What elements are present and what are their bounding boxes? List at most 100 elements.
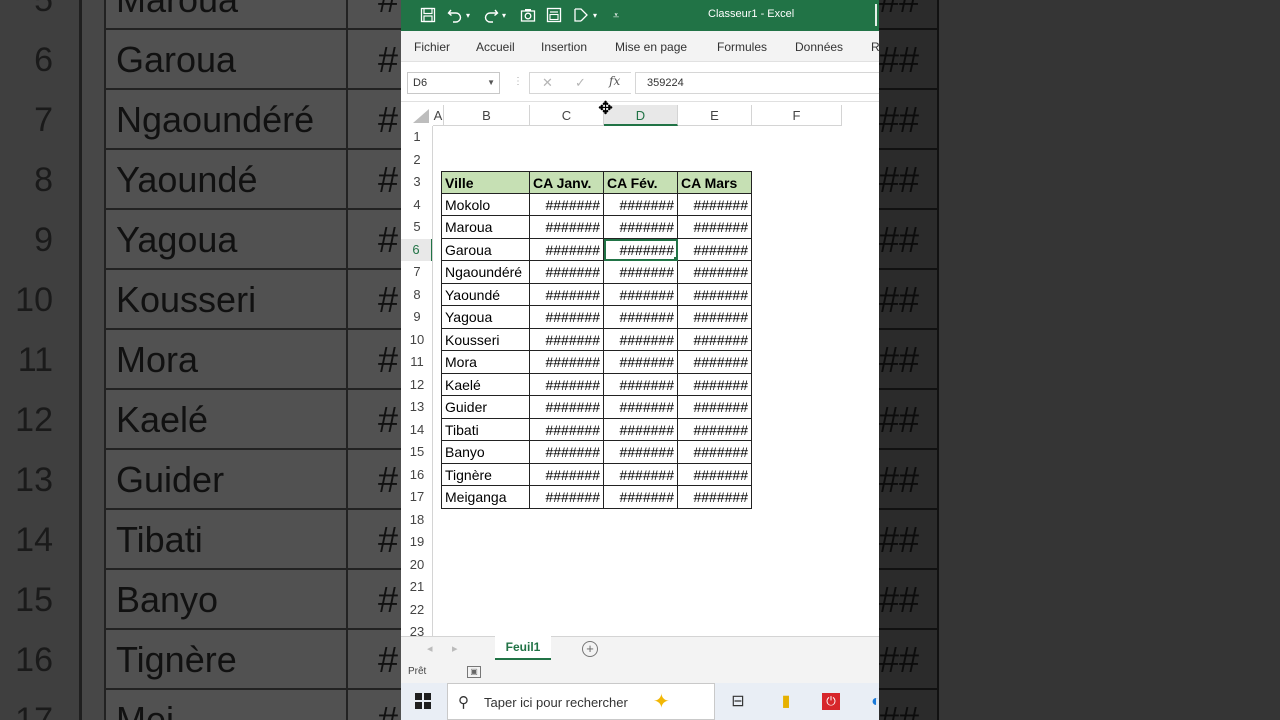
- table-header-cell[interactable]: CA Mars: [678, 171, 752, 194]
- city-cell[interactable]: Meiganga: [441, 486, 530, 509]
- revenue-cell[interactable]: #######: [604, 328, 678, 351]
- city-cell[interactable]: Tignère: [441, 463, 530, 486]
- revenue-cell[interactable]: #######: [604, 306, 678, 329]
- tab-insertion[interactable]: Insertion: [541, 40, 587, 54]
- revenue-cell[interactable]: #######: [604, 261, 678, 284]
- revenue-cell[interactable]: #######: [678, 328, 752, 351]
- column-header-d[interactable]: D: [604, 105, 678, 126]
- revenue-cell[interactable]: #######: [604, 396, 678, 419]
- sheet-prev-icon[interactable]: ◂: [427, 642, 433, 655]
- revenue-cell[interactable]: #######: [604, 351, 678, 374]
- revenue-cell[interactable]: #######: [678, 373, 752, 396]
- revenue-cell[interactable]: #######: [604, 418, 678, 441]
- column-header-a[interactable]: A: [433, 105, 444, 126]
- revenue-cell[interactable]: #######: [678, 283, 752, 306]
- revenue-cell[interactable]: #######: [678, 441, 752, 464]
- row-header-20[interactable]: 20: [401, 554, 432, 577]
- revenue-cell[interactable]: #######: [530, 306, 604, 329]
- row-header-12[interactable]: 12: [401, 374, 432, 397]
- column-header-f[interactable]: F: [752, 105, 842, 126]
- row-header-19[interactable]: 19: [401, 531, 432, 554]
- revenue-cell[interactable]: #######: [678, 463, 752, 486]
- revenue-cell[interactable]: #######: [678, 193, 752, 216]
- select-all-corner[interactable]: [413, 109, 429, 123]
- city-cell[interactable]: Tibati: [441, 418, 530, 441]
- row-header-17[interactable]: 17: [401, 486, 432, 509]
- row-header-18[interactable]: 18: [401, 509, 432, 532]
- city-cell[interactable]: Mokolo: [441, 193, 530, 216]
- revenue-cell[interactable]: #######: [678, 396, 752, 419]
- redo-icon[interactable]: [483, 7, 499, 25]
- table-header-cell[interactable]: Ville: [441, 171, 530, 194]
- revenue-cell[interactable]: #######: [530, 396, 604, 419]
- revenue-cell[interactable]: #######: [604, 373, 678, 396]
- column-header-e[interactable]: E: [678, 105, 752, 126]
- save-icon[interactable]: [420, 7, 436, 25]
- row-header-13[interactable]: 13: [401, 396, 432, 419]
- tab-formules[interactable]: Formules: [717, 40, 767, 54]
- row-header-2[interactable]: 2: [401, 149, 432, 172]
- column-header-b[interactable]: B: [444, 105, 530, 126]
- touch-mode-dropdown-icon[interactable]: ▾: [593, 7, 597, 25]
- revenue-cell[interactable]: #######: [604, 216, 678, 239]
- revenue-cell[interactable]: #######: [604, 238, 678, 261]
- row-header-16[interactable]: 16: [401, 464, 432, 487]
- column-header-c[interactable]: C: [530, 105, 604, 126]
- row-header-3[interactable]: 3: [401, 171, 432, 194]
- enter-icon[interactable]: ✓: [575, 75, 586, 91]
- revenue-cell[interactable]: #######: [678, 418, 752, 441]
- name-box[interactable]: D6 ▼: [407, 72, 500, 94]
- app-power-icon[interactable]: ⏻: [822, 693, 840, 710]
- revenue-cell[interactable]: #######: [604, 463, 678, 486]
- tab-donnees[interactable]: Données: [795, 40, 843, 54]
- worksheet-grid[interactable]: Ville CA Janv. CA Fév. CA Mars Mokolo #######…: [433, 126, 879, 636]
- row-header-8[interactable]: 8: [401, 284, 432, 307]
- row-header-9[interactable]: 9: [401, 306, 432, 329]
- revenue-cell[interactable]: #######: [530, 283, 604, 306]
- revenue-cell[interactable]: #######: [530, 261, 604, 284]
- city-cell[interactable]: Mora: [441, 351, 530, 374]
- taskbar-search[interactable]: ⚲ Taper ici pour rechercher ✦: [447, 683, 715, 720]
- tab-mise-en-page[interactable]: Mise en page: [615, 40, 687, 54]
- revenue-cell[interactable]: #######: [604, 283, 678, 306]
- row-header-4[interactable]: 4: [401, 194, 432, 217]
- formula-input[interactable]: 359224: [635, 72, 879, 94]
- tab-revision[interactable]: R: [871, 40, 879, 54]
- revenue-cell[interactable]: #######: [530, 441, 604, 464]
- camera-icon[interactable]: [520, 7, 536, 25]
- revenue-cell[interactable]: #######: [530, 193, 604, 216]
- chevron-down-icon[interactable]: ▼: [487, 73, 495, 93]
- revenue-cell[interactable]: #######: [678, 261, 752, 284]
- row-header-5[interactable]: 5: [401, 216, 432, 239]
- row-header-11[interactable]: 11: [401, 351, 432, 374]
- revenue-cell[interactable]: #######: [530, 373, 604, 396]
- revenue-cell[interactable]: #######: [530, 238, 604, 261]
- row-header-21[interactable]: 21: [401, 576, 432, 599]
- cancel-icon[interactable]: ✕: [542, 75, 553, 91]
- tab-fichier[interactable]: Fichier: [414, 40, 450, 54]
- table-header-cell[interactable]: CA Fév.: [604, 171, 678, 194]
- insert-function-icon[interactable]: fx: [609, 74, 620, 88]
- file-explorer-icon[interactable]: ▮: [777, 693, 795, 710]
- city-cell[interactable]: Ngaoundéré: [441, 261, 530, 284]
- formula-bar-grip[interactable]: ⋮: [513, 76, 523, 87]
- row-header-14[interactable]: 14: [401, 419, 432, 442]
- row-header-15[interactable]: 15: [401, 441, 432, 464]
- row-header-1[interactable]: 1: [401, 126, 432, 149]
- table-header-cell[interactable]: CA Janv.: [530, 171, 604, 194]
- edge-browser-icon[interactable]: ◐: [867, 693, 879, 710]
- row-header-7[interactable]: 7: [401, 261, 432, 284]
- city-cell[interactable]: Garoua: [441, 238, 530, 261]
- revenue-cell[interactable]: #######: [530, 486, 604, 509]
- city-cell[interactable]: Yagoua: [441, 306, 530, 329]
- redo-dropdown-icon[interactable]: ▾: [502, 7, 506, 25]
- revenue-cell[interactable]: #######: [604, 486, 678, 509]
- revenue-cell[interactable]: #######: [678, 238, 752, 261]
- revenue-cell[interactable]: #######: [678, 306, 752, 329]
- add-sheet-icon[interactable]: +: [582, 641, 598, 657]
- revenue-cell[interactable]: #######: [530, 328, 604, 351]
- revenue-cell[interactable]: #######: [678, 351, 752, 374]
- form-icon[interactable]: [546, 7, 562, 25]
- revenue-cell[interactable]: #######: [604, 441, 678, 464]
- city-cell[interactable]: Kaelé: [441, 373, 530, 396]
